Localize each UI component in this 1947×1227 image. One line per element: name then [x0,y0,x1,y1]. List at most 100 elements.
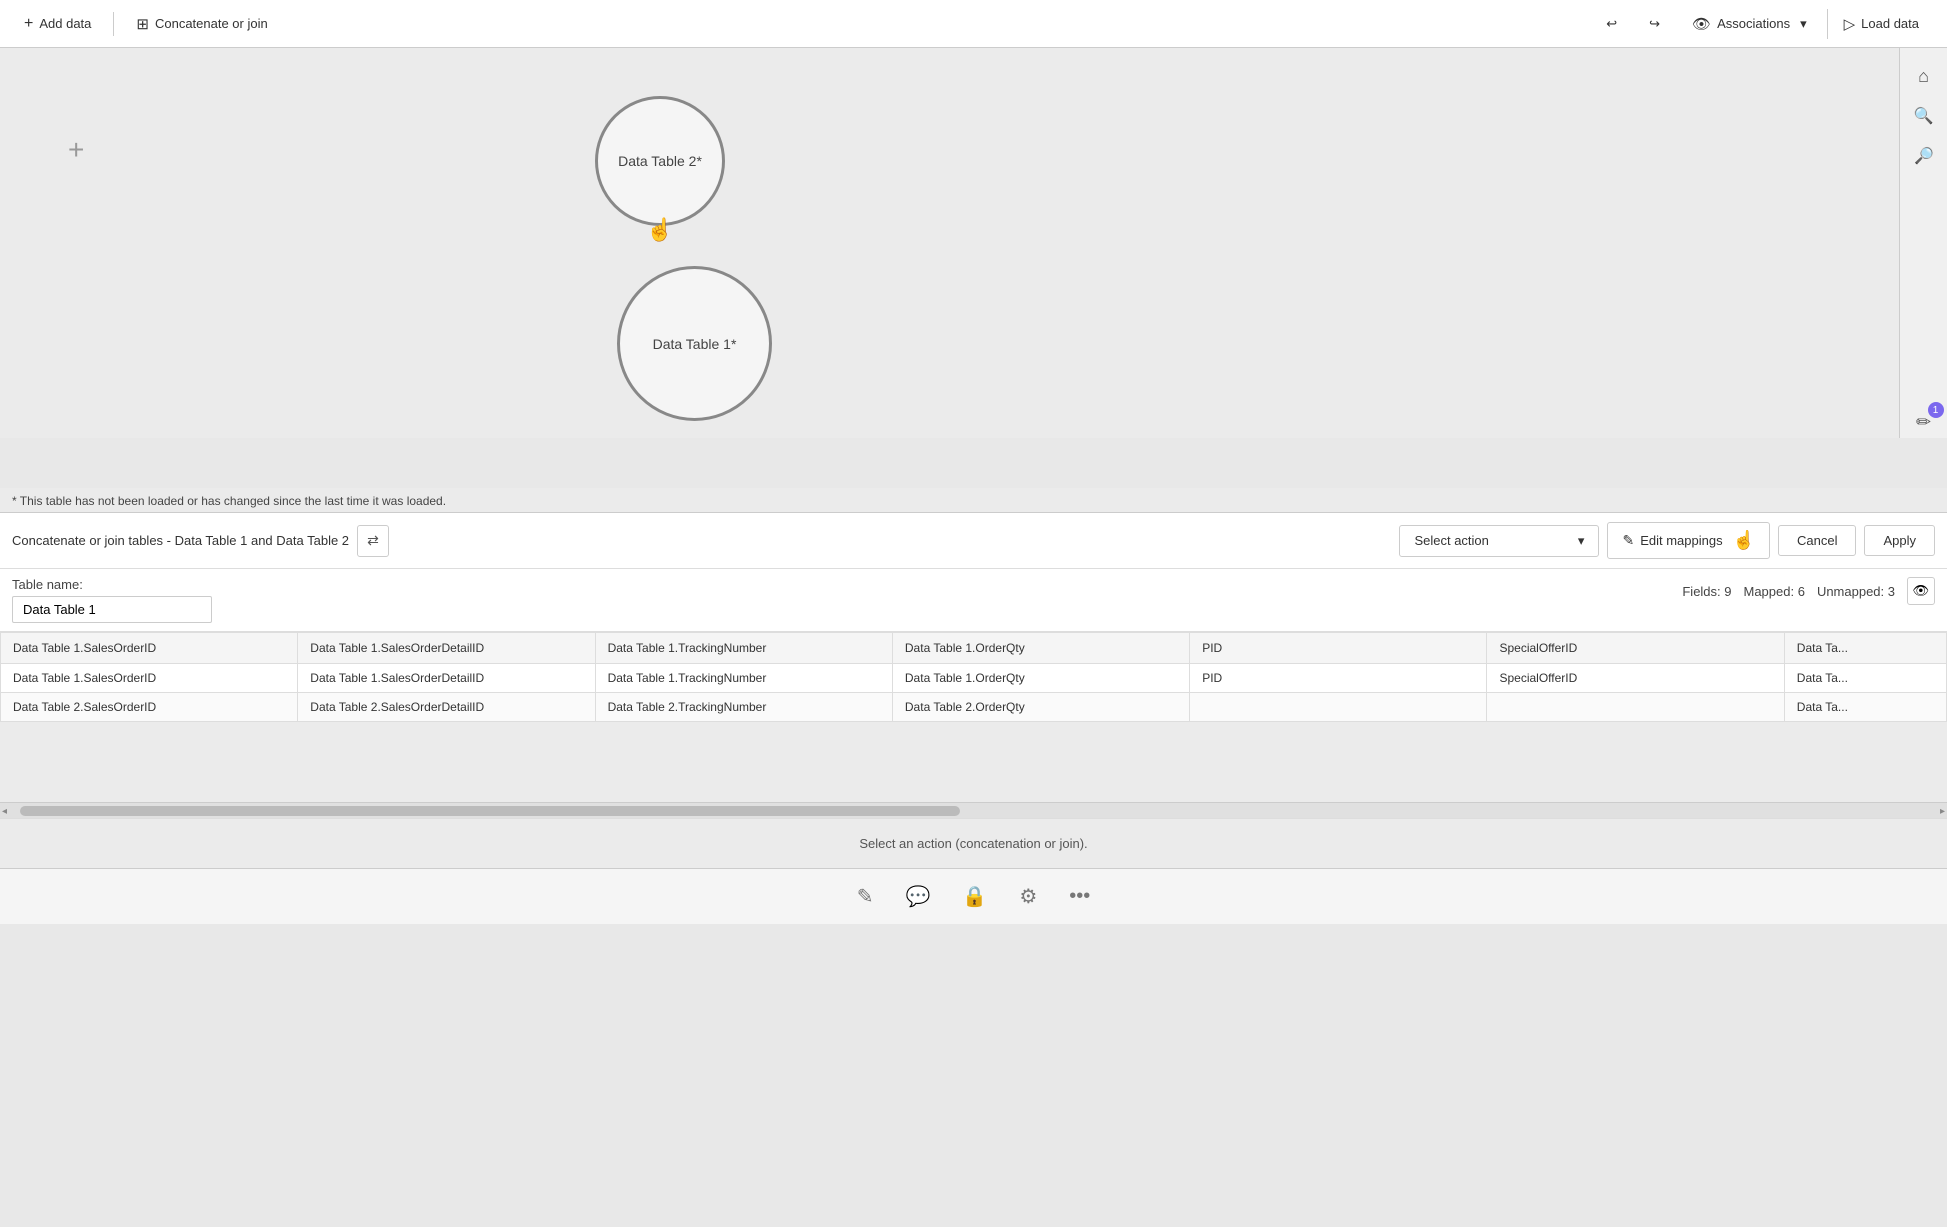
add-node-button[interactable]: + [68,136,84,164]
redo-button[interactable]: ↪ [1637,10,1672,38]
row1-col7-value: Data Ta... [1797,671,1848,685]
nav-settings-button[interactable]: ⚙ [1019,884,1037,909]
nav-lock-icon: 🔒 [962,884,987,909]
nav-edit-button[interactable]: ✎ [857,884,874,909]
col-header-2: Data Table 1.SalesOrderDetailID [298,633,595,664]
fields-count: Fields: 9 [1682,584,1731,599]
toolbar-right: ↩ ↪ 👁 Associations ▾ ▷ Load data [1594,9,1935,39]
swap-icon: ⇄ [367,532,379,549]
row1-col2-value: Data Table 1.SalesOrderDetailID [310,671,484,685]
right-sidebar: ⌂ 🔍 🔍 ✏ 1 [1899,48,1947,438]
status-message: Select an action (concatenation or join)… [859,836,1087,851]
load-data-button[interactable]: ▷ Load data [1827,9,1935,39]
scroll-left-arrow[interactable]: ◂ [2,806,7,817]
unmapped-count: Unmapped: 3 [1817,584,1895,599]
col-header-4: Data Table 1.OrderQty [892,633,1189,664]
table-node-1-label: Data Table 1* [653,336,737,352]
col7-header-label: Data Ta... [1797,641,1848,655]
edit-mappings-button[interactable]: ✎ Edit mappings ☝ [1607,522,1770,559]
table-name-section: Table name: Fields: 9 Mapped: 6 Unmapped… [0,569,1947,631]
row2-col1: Data Table 2.SalesOrderID [1,693,298,722]
undo-button[interactable]: ↩ [1594,10,1629,38]
scroll-right-arrow[interactable]: ▸ [1940,806,1945,817]
nav-lock-button[interactable]: 🔒 [962,884,987,909]
data-table: Data Table 1.SalesOrderID Data Table 1.S… [0,632,1947,722]
scroll-thumb[interactable] [20,806,960,816]
row2-col4-value: Data Table 2.OrderQty [905,700,1025,714]
zoom-in-button[interactable]: 🔍 [1908,100,1940,132]
apply-button[interactable]: Apply [1864,525,1935,556]
row2-col7: Data Ta... [1784,693,1946,722]
fields-summary: Fields: 9 Mapped: 6 Unmapped: 3 👁 [1682,577,1935,605]
row1-col1-value: Data Table 1.SalesOrderID [13,671,156,685]
row2-col3: Data Table 2.TrackingNumber [595,693,892,722]
load-data-label: Load data [1861,16,1919,31]
row1-col6: SpecialOfferID [1487,664,1784,693]
apply-label: Apply [1883,533,1916,548]
row1-col3: Data Table 1.TrackingNumber [595,664,892,693]
row1-col5: PID [1190,664,1487,693]
nav-more-icon: ••• [1069,885,1090,908]
associations-label: Associations [1717,16,1790,31]
cancel-button[interactable]: Cancel [1778,525,1856,556]
nav-chat-button[interactable]: 💬 [906,884,931,909]
row2-col6-empty [1487,693,1784,722]
concat-join-label: Concatenate or join [155,16,268,31]
table-name-label: Table name: [12,577,212,592]
swap-button[interactable]: ⇄ [357,525,389,557]
table-node-2-label: Data Table 2* [618,153,702,169]
col-header-6: SpecialOfferID [1487,633,1784,664]
bottom-nav: ✎ 💬 🔒 ⚙ ••• [0,868,1947,924]
row1-col7: Data Ta... [1784,664,1946,693]
redo-icon: ↪ [1649,16,1660,32]
col-header-1: Data Table 1.SalesOrderID [1,633,298,664]
select-action-button[interactable]: Select action ▾ [1399,525,1599,557]
data-table-wrapper: Data Table 1.SalesOrderID Data Table 1.S… [0,631,1947,722]
add-data-button[interactable]: + Add data [12,9,103,39]
select-action-chevron: ▾ [1578,533,1585,549]
add-icon: + [24,15,33,33]
row1-col3-value: Data Table 1.TrackingNumber [608,671,767,685]
data-table-1-node[interactable]: Data Table 1* [617,266,772,421]
col3-header-label: Data Table 1.TrackingNumber [608,641,767,655]
status-bar: Select an action (concatenation or join)… [0,818,1947,868]
canvas-container: + Data Table 2* ☝ Data Table 1* ⌂ 🔍 🔍 ✏ … [0,48,1947,488]
row1-col6-value: SpecialOfferID [1499,671,1577,685]
warning-message: * This table has not been loaded or has … [12,494,446,508]
cursor-indicator: ☝ [646,217,673,243]
add-data-label: Add data [39,16,91,31]
edit-icon: ✎ [1622,532,1634,549]
notification-button[interactable]: ✏ 1 [1908,406,1940,438]
zoom-out-button[interactable]: 🔍 [1908,140,1940,172]
badge-count-label: 1 [1933,405,1939,416]
data-table-2-node[interactable]: Data Table 2* ☝ [595,96,725,226]
nav-chat-icon: 💬 [906,884,931,909]
eye-icon: 👁 [1913,583,1930,599]
plus-icon: + [68,134,84,165]
associations-button[interactable]: 👁 Associations ▾ [1680,9,1819,39]
row2-col3-value: Data Table 2.TrackingNumber [608,700,767,714]
home-button[interactable]: ⌂ [1908,60,1940,92]
chevron-down-icon: ▾ [1800,16,1807,32]
notification-badge: 1 [1928,402,1944,418]
col-header-3: Data Table 1.TrackingNumber [595,633,892,664]
col4-header-label: Data Table 1.OrderQty [905,641,1025,655]
table-name-input[interactable] [12,596,212,623]
nav-settings-icon: ⚙ [1019,884,1037,909]
bottom-panel: Concatenate or join tables - Data Table … [0,512,1947,722]
nav-more-button[interactable]: ••• [1069,885,1090,908]
table-row: Data Table 2.SalesOrderID Data Table 2.S… [1,693,1947,722]
row2-col2: Data Table 2.SalesOrderDetailID [298,693,595,722]
row2-col1-value: Data Table 2.SalesOrderID [13,700,156,714]
row1-col1: Data Table 1.SalesOrderID [1,664,298,693]
scroll-area[interactable]: ◂ ▸ [0,802,1947,818]
col-header-7: Data Ta... [1784,633,1946,664]
mapped-count: Mapped: 6 [1744,584,1805,599]
row2-col4: Data Table 2.OrderQty [892,693,1189,722]
bottom-toolbar: Concatenate or join tables - Data Table … [0,513,1947,569]
table-row: Data Table 1.SalesOrderID Data Table 1.S… [1,664,1947,693]
concatenate-join-button[interactable]: ⊞ Concatenate or join [124,9,279,39]
eye-associations-icon: 👁 [1692,15,1711,33]
row1-col2: Data Table 1.SalesOrderDetailID [298,664,595,693]
visibility-toggle-button[interactable]: 👁 [1907,577,1935,605]
